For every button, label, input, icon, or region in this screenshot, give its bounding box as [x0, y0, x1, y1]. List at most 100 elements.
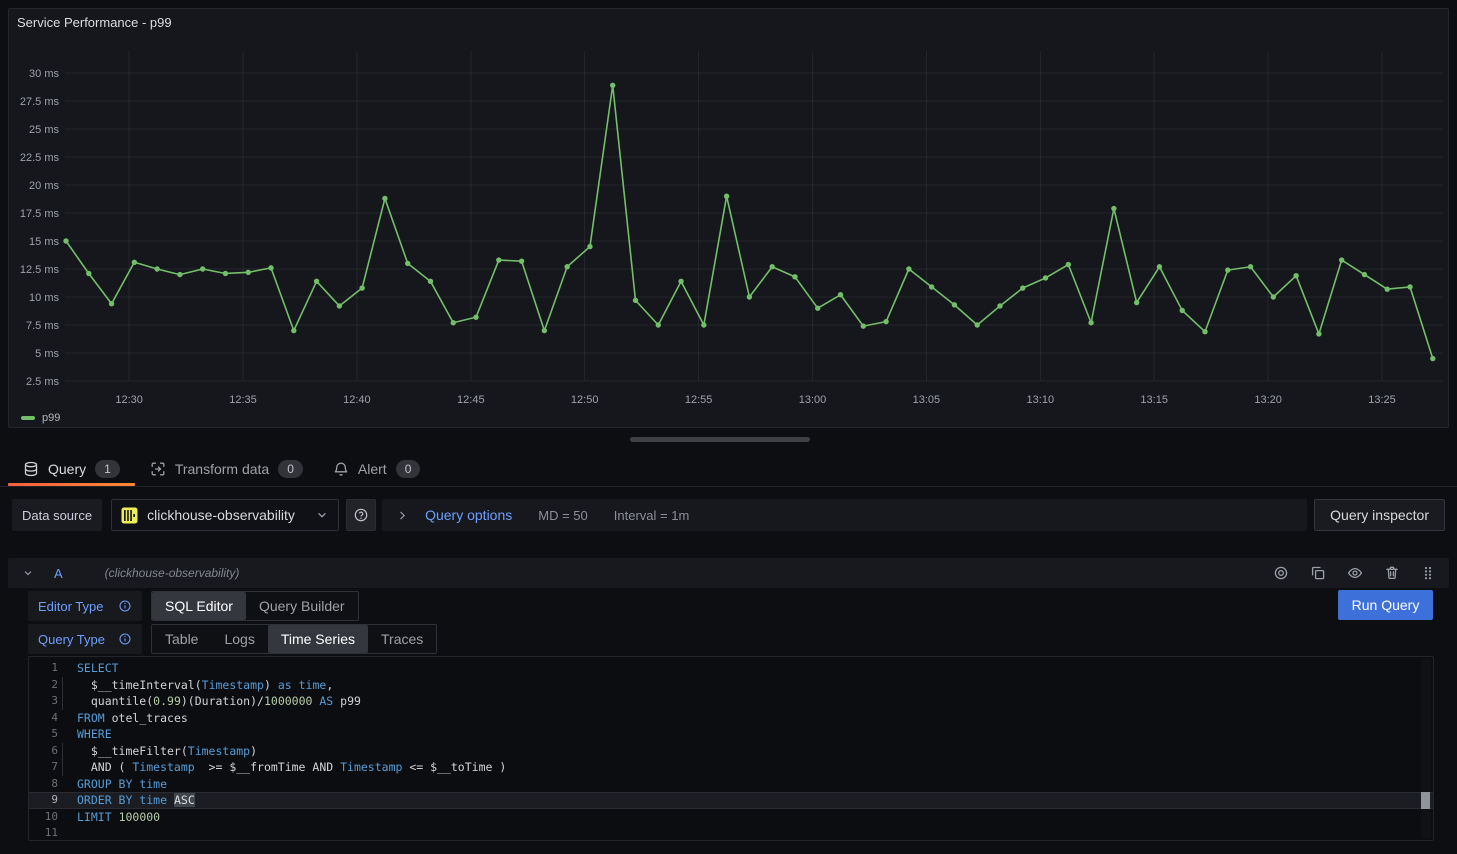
svg-text:13:15: 13:15 [1140, 394, 1168, 406]
code-line-6: 6 $__timeFilter(Timestamp) [29, 743, 1433, 760]
tab-query[interactable]: Query 1 [8, 452, 135, 486]
transform-icon [150, 461, 166, 477]
line-content: AND ( Timestamp >= $__fromTime AND Times… [58, 759, 1433, 776]
svg-text:2.5 ms: 2.5 ms [26, 376, 60, 388]
database-icon [23, 461, 39, 477]
tab-query-label: Query [48, 461, 86, 477]
code-line-9: 9ORDER BY time ASC [29, 792, 1433, 809]
line-number: 1 [29, 660, 58, 677]
code-line-11: 11 [29, 825, 1433, 841]
grafana-panel-edit-page: { "panel": { "title": "Service Performan… [0, 0, 1457, 854]
chevron-down-icon [315, 508, 329, 522]
timeseries-panel: Service Performance - p99 2.5 ms5 ms7.5 … [8, 8, 1449, 428]
line-content: $__timeFilter(Timestamp) [58, 743, 1433, 760]
svg-text:13:20: 13:20 [1254, 394, 1282, 406]
drag-handle-icon[interactable] [1421, 565, 1435, 581]
svg-text:12:50: 12:50 [571, 394, 599, 406]
info-circle-icon[interactable] [118, 632, 132, 646]
interval-value: Interval = 1m [614, 508, 690, 523]
query-inspector-button[interactable]: Query inspector [1314, 499, 1445, 531]
tab-transform-badge: 0 [278, 460, 303, 478]
legend: p99 [21, 412, 60, 424]
line-number: 7 [29, 759, 58, 776]
query-datasource-note: (clickhouse-observability) [105, 566, 240, 580]
svg-text:12:35: 12:35 [229, 394, 257, 406]
tab-alert-badge: 0 [396, 460, 421, 478]
line-number: 9 [29, 792, 58, 809]
line-number: 8 [29, 776, 58, 793]
line-content: $__timeInterval(Timestamp) as time, [58, 677, 1433, 694]
collapse-chevron-icon[interactable] [22, 567, 34, 579]
editor-type-option-query-builder[interactable]: Query Builder [246, 592, 358, 620]
svg-text:12.5 ms: 12.5 ms [20, 264, 60, 276]
code-line-4: 4FROM otel_traces [29, 710, 1433, 727]
legend-series-swatch [21, 416, 35, 420]
line-content: quantile(0.99)(Duration)/1000000 AS p99 [58, 693, 1433, 710]
editor-type-option-sql-editor[interactable]: SQL Editor [152, 592, 246, 620]
query-ref-id[interactable]: A [54, 566, 63, 581]
editor-scrollbar-track[interactable] [1421, 659, 1431, 838]
code-lines: 1SELECT2 $__timeInterval(Timestamp) as t… [29, 660, 1433, 841]
svg-text:12:30: 12:30 [115, 394, 143, 406]
code-line-1: 1SELECT [29, 660, 1433, 677]
datasource-label: Data source [12, 499, 102, 531]
hide-response-eye-icon[interactable] [1347, 565, 1363, 581]
code-line-2: 2 $__timeInterval(Timestamp) as time, [29, 677, 1433, 694]
legend-series-label[interactable]: p99 [42, 412, 60, 424]
line-content: SELECT [58, 660, 1433, 677]
chevron-right-icon[interactable] [396, 509, 409, 522]
code-line-10: 10LIMIT 100000 [29, 809, 1433, 826]
svg-text:5 ms: 5 ms [35, 348, 59, 360]
datasource-toolbar: Data source clickhouse-observability [12, 499, 1445, 531]
query-row-header: A (clickhouse-observability) [8, 558, 1449, 588]
duplicate-query-icon[interactable] [1310, 565, 1326, 581]
query-type-option-table[interactable]: Table [152, 625, 211, 653]
line-content [58, 825, 1433, 841]
query-type-option-time-series[interactable]: Time Series [268, 625, 368, 653]
tab-transform-data[interactable]: Transform data 0 [135, 452, 318, 486]
query-type-radio-group: Table Logs Time Series Traces [151, 624, 437, 654]
line-number: 4 [29, 710, 58, 727]
svg-text:12:55: 12:55 [685, 394, 713, 406]
timeseries-chart[interactable]: 2.5 ms5 ms7.5 ms10 ms12.5 ms15 ms17.5 ms… [9, 9, 1448, 427]
line-number: 5 [29, 726, 58, 743]
query-options-bar: Query options MD = 50 Interval = 1m [382, 499, 1307, 531]
datasource-value: clickhouse-observability [147, 507, 295, 523]
datasource-help-button[interactable] [346, 499, 376, 531]
tab-query-badge: 1 [95, 460, 120, 478]
line-number: 6 [29, 743, 58, 760]
editor-type-radio-group: SQL Editor Query Builder [151, 591, 359, 621]
query-type-option-traces[interactable]: Traces [368, 625, 436, 653]
horizontal-scrollbar-thumb[interactable] [630, 437, 810, 442]
line-number: 2 [29, 677, 58, 694]
clickhouse-logo-icon [121, 507, 138, 524]
datasource-picker[interactable]: clickhouse-observability [111, 499, 339, 531]
info-circle-icon[interactable] [118, 599, 132, 613]
run-query-button[interactable]: Run Query [1338, 590, 1433, 620]
delete-query-trash-icon[interactable] [1384, 565, 1400, 581]
code-line-8: 8GROUP BY time [29, 776, 1433, 793]
line-content: WHERE [58, 726, 1433, 743]
code-line-7: 7 AND ( Timestamp >= $__fromTime AND Tim… [29, 759, 1433, 776]
svg-text:22.5 ms: 22.5 ms [20, 152, 60, 164]
max-data-points-value: MD = 50 [538, 508, 588, 523]
bell-icon [333, 461, 349, 477]
disable-query-icon[interactable] [1273, 565, 1289, 581]
line-content: FROM otel_traces [58, 710, 1433, 727]
series-line-p99 [66, 85, 1433, 358]
tab-alert[interactable]: Alert 0 [318, 452, 435, 486]
svg-text:30 ms: 30 ms [29, 68, 59, 80]
svg-text:12:45: 12:45 [457, 394, 485, 406]
question-circle-icon [353, 507, 369, 523]
sql-code-editor[interactable]: 1SELECT2 $__timeInterval(Timestamp) as t… [28, 656, 1434, 841]
query-type-option-logs[interactable]: Logs [211, 625, 267, 653]
svg-text:13:05: 13:05 [913, 394, 941, 406]
line-content: GROUP BY time [58, 776, 1433, 793]
code-line-5: 5WHERE [29, 726, 1433, 743]
query-type-label: Query Type [28, 624, 142, 654]
tab-transform-label: Transform data [175, 461, 269, 477]
query-options-toggle[interactable]: Query options [425, 507, 512, 523]
svg-text:25 ms: 25 ms [29, 124, 59, 136]
series-points-p99 [63, 83, 1435, 362]
line-content: ORDER BY time ASC [58, 792, 1433, 809]
